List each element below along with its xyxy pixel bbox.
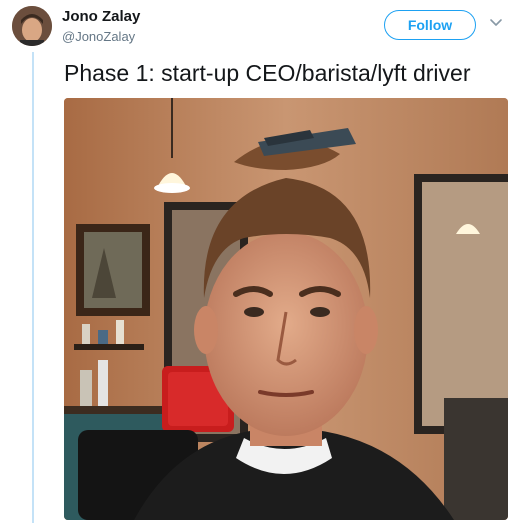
follow-button[interactable]: Follow xyxy=(384,10,476,40)
avatar-image xyxy=(12,6,52,46)
barbershop-selfie-image xyxy=(64,98,508,520)
author-handle[interactable]: @JonoZalay xyxy=(62,29,135,44)
avatar[interactable] xyxy=(12,6,52,46)
chevron-down-icon[interactable] xyxy=(488,14,504,30)
author-name[interactable]: Jono Zalay xyxy=(62,8,140,25)
thread-line xyxy=(32,52,34,523)
tweet-photo[interactable] xyxy=(64,98,508,520)
tweet-text: Phase 1: start-up CEO/barista/lyft drive… xyxy=(64,60,471,86)
